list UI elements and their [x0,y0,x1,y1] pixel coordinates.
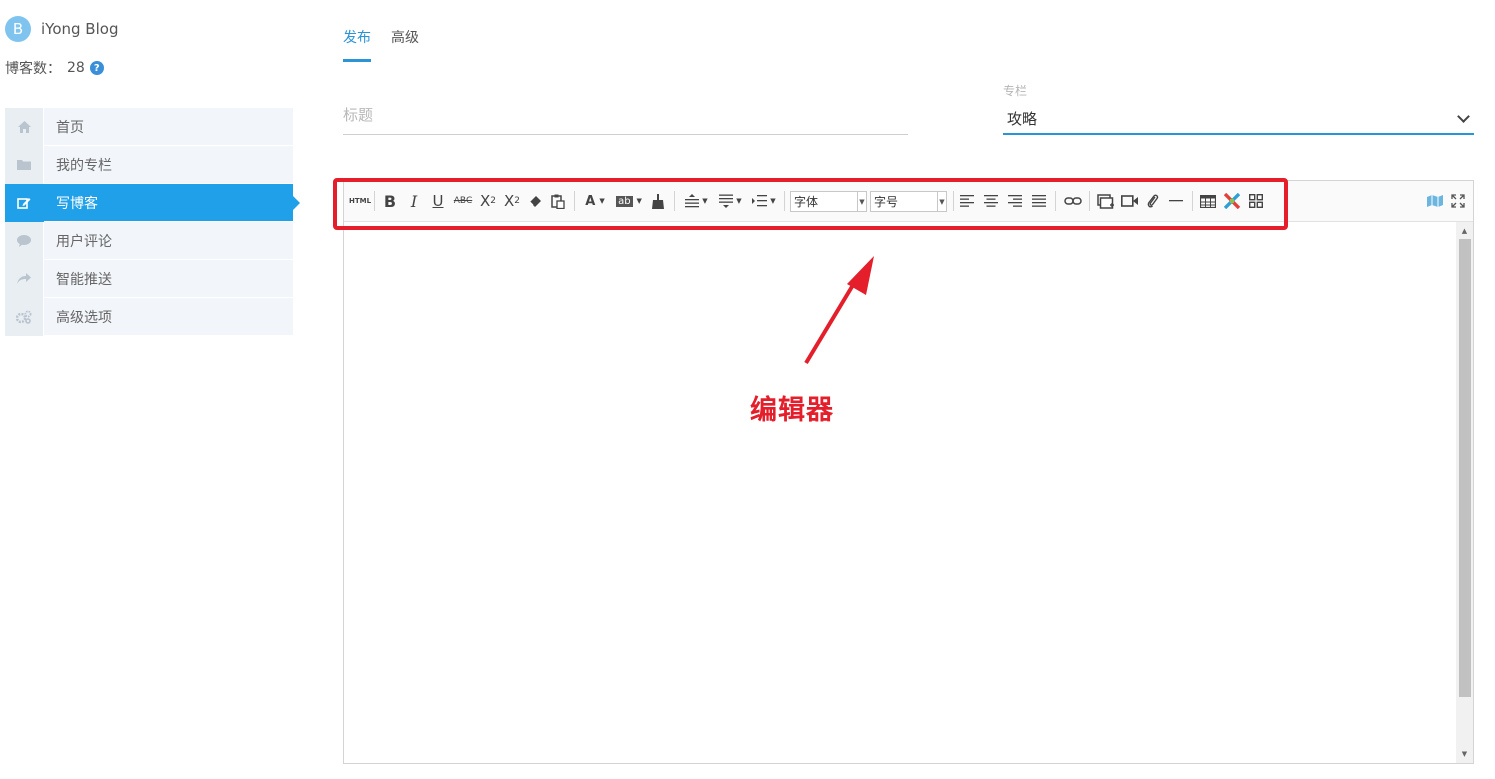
tab-advanced[interactable]: 高级 [391,27,419,62]
sidebar-item-home[interactable]: 首页 [5,107,293,146]
title-field [343,105,908,135]
sidebar-item-label: 智能推送 [56,271,112,288]
scroll-down-icon[interactable]: ▼ [1456,747,1473,761]
map-icon [1427,195,1443,207]
sidebar-item-label: 首页 [56,119,84,136]
column-select[interactable]: 攻略 [1003,104,1474,135]
annotation-arrow-icon [804,256,874,365]
sidebar-item-push[interactable]: 智能推送 [5,259,293,298]
sidebar-item-columns[interactable]: 我的专栏 [5,145,293,184]
gears-icon [5,297,44,336]
sidebar-item-label: 我的专栏 [56,157,112,174]
scrollbar-thumb[interactable] [1459,239,1471,697]
sidebar-item-comments[interactable]: 用户评论 [5,221,293,260]
column-select-value: 攻略 [1007,110,1038,128]
brand[interactable]: B iYong Blog [5,16,118,42]
avatar: B [5,16,31,42]
blog-count-value: 28 [67,60,85,76]
scroll-up-icon[interactable]: ▲ [1456,224,1473,238]
expand-icon [1451,194,1465,208]
column-label: 专栏 [1003,84,1028,98]
sidebar-item-label: 高级选项 [56,309,112,326]
folder-icon [5,145,44,184]
map-button[interactable] [1425,191,1445,211]
sidebar-item-label: 用户评论 [56,233,112,250]
chevron-down-icon [1457,109,1470,123]
page: B iYong Blog 博客数： 28 ? 首页 我的专栏 写博客 用户评论 … [0,0,1495,779]
editor-scrollbar[interactable]: ▲ ▼ [1456,222,1473,763]
tab-bar: 发布 高级 [343,27,439,62]
title-input[interactable] [343,106,908,124]
edit-icon [5,183,44,222]
help-icon[interactable]: ? [89,61,104,75]
sidebar-item-advanced[interactable]: 高级选项 [5,297,293,336]
home-icon [5,107,44,146]
blog-count: 博客数： 28 ? [5,58,104,78]
sidebar-menu: 首页 我的专栏 写博客 用户评论 智能推送 高级选项 [5,107,300,336]
comment-icon [5,221,44,260]
sidebar-item-label: 写博客 [56,195,98,212]
annotation-label: 编辑器 [750,395,834,426]
sidebar-item-write-blog[interactable]: 写博客 [5,183,300,222]
rich-text-editor: HTML B I U ABC X2 X2 A ▼ ab ▼ ▼ ▼ ▼ 字体 ▼… [343,180,1474,764]
tab-publish[interactable]: 发布 [343,27,371,62]
brand-name: iYong Blog [41,20,119,38]
fullscreen-button[interactable] [1449,191,1467,211]
annotation-highlight-box [333,178,1288,230]
share-icon [5,259,44,298]
editor-content-area[interactable] [344,222,1455,763]
blog-count-label: 博客数： [5,61,61,77]
